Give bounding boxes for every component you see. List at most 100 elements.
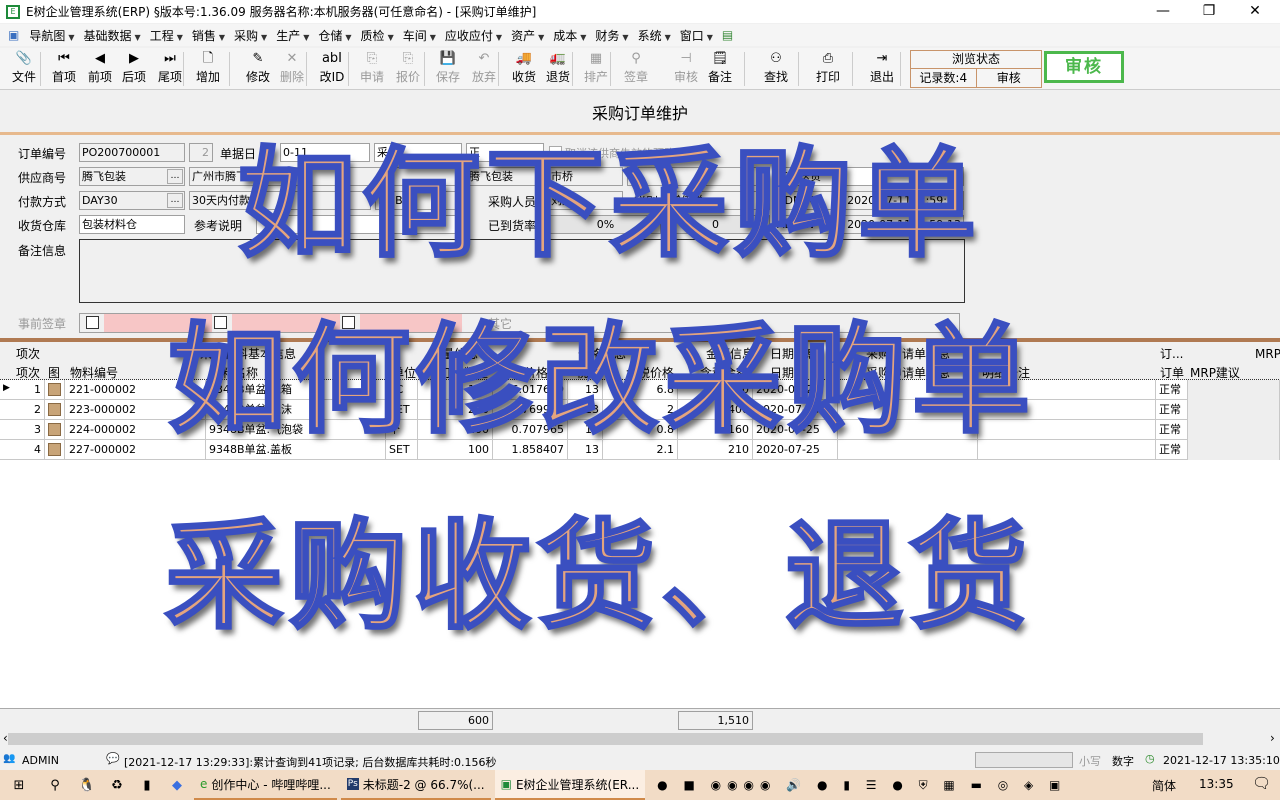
column-header[interactable]: 项次	[16, 364, 40, 381]
cell-empty[interactable]	[978, 440, 1156, 460]
cell-name[interactable]: 9348B单盆.泡沫	[206, 400, 386, 420]
cell-price[interactable]: 0.707965	[493, 420, 568, 440]
cell-code[interactable]: 224-000002	[66, 420, 206, 440]
toolbar-note-button[interactable]: 🗒 备注	[702, 50, 738, 85]
toolbar-undo-button[interactable]: ↶ 放弃	[466, 50, 502, 85]
cell-date[interactable]: 2020-07-25	[753, 380, 838, 400]
column-header[interactable]: 物料名称	[210, 364, 258, 381]
supplier-short-field[interactable]: 腾飞包装	[466, 167, 544, 186]
cell-tax[interactable]: 13	[568, 400, 603, 420]
cell-no[interactable]: 1	[15, 380, 45, 400]
menu-0[interactable]: 导航图 ▼	[29, 27, 74, 44]
box-icon[interactable]	[45, 380, 65, 400]
cell-amount[interactable]: 210	[678, 440, 753, 460]
toolbar-schedule-button[interactable]: ▦ 排产	[578, 50, 614, 85]
column-header[interactable]: 明细备注	[982, 364, 1030, 381]
cell-qty[interactable]: 200	[418, 420, 493, 440]
cell-price[interactable]: 6.017699	[493, 380, 568, 400]
toolbar-next-button[interactable]: ▶ 后项	[116, 50, 152, 85]
menu-10[interactable]: 资产 ▼	[511, 27, 544, 44]
horizontal-scrollbar[interactable]: ‹ ›	[0, 731, 1280, 747]
search-icon[interactable]: ⚲	[44, 778, 66, 793]
payment-lookup-button[interactable]: …	[167, 193, 183, 208]
sign-checkbox-3[interactable]	[342, 316, 355, 329]
cell-unit[interactable]: SET	[386, 400, 418, 420]
scroll-thumb[interactable]	[8, 733, 1203, 745]
toolbar-delete-button[interactable]: ✕ 删除	[274, 50, 310, 85]
tray-icons[interactable]: ● ■ ◉◉◉◉ 🔊 ● ▮ ☰ ● ⛨ ▦ ▬ ◎ ◈ ▣	[657, 778, 1066, 793]
column-header[interactable]: 税率	[576, 364, 600, 381]
table-row[interactable]: 3 224-000002 9348B单盆.气泡袋个 200 0.707965 13 0.8 1…	[0, 420, 1280, 440]
cell-tax[interactable]: 13	[568, 420, 603, 440]
cell-status[interactable]: 正常	[1156, 440, 1188, 460]
buyer-field[interactable]: 刘文	[548, 191, 623, 210]
maximize-button[interactable]: ❐	[1186, 0, 1232, 23]
column-header[interactable]: 订单数量	[440, 364, 488, 381]
toolbar-request-button[interactable]: ⎘ 申请	[354, 50, 390, 85]
column-header[interactable]: 未税价格	[500, 364, 548, 381]
cell-status[interactable]: 正常	[1156, 380, 1188, 400]
notification-icon[interactable]: 🗨	[1252, 774, 1271, 792]
currency-field[interactable]: RMB	[375, 191, 462, 210]
cell-empty[interactable]	[1188, 380, 1280, 400]
cell-tax_price[interactable]: 6.8	[603, 380, 678, 400]
menu-13[interactable]: 系统 ▼	[638, 27, 671, 44]
feishu-icon[interactable]: ◆	[166, 778, 188, 793]
cell-empty[interactable]	[978, 400, 1156, 420]
sign-checkbox-1[interactable]	[86, 316, 99, 329]
cell-tax_price[interactable]: 0.8	[603, 420, 678, 440]
tax-type-field[interactable]: 增值税	[667, 191, 770, 210]
foam-icon[interactable]	[45, 400, 65, 420]
window-tile-icon[interactable]: ▤	[722, 28, 733, 42]
close-button[interactable]: ✕	[1232, 0, 1278, 23]
cell-name[interactable]: 9348B单盆.纸箱	[206, 380, 386, 400]
cell-empty[interactable]	[838, 440, 978, 460]
cell-qty[interactable]: 100	[418, 440, 493, 460]
scroll-right-icon[interactable]: ›	[1270, 731, 1275, 745]
menu-12[interactable]: 财务 ▼	[595, 27, 628, 44]
cell-unit[interactable]: SET	[386, 440, 418, 460]
app-icon[interactable]: ▮	[136, 778, 158, 793]
menu-1[interactable]: 基础数据 ▼	[84, 27, 141, 44]
menu-11[interactable]: 成本 ▼	[553, 27, 586, 44]
column-header[interactable]: MRP建议	[1190, 364, 1240, 381]
cell-status[interactable]: 正常	[1156, 400, 1188, 420]
toolbar-exit-button[interactable]: ⇥ 退出	[864, 50, 900, 85]
cell-name[interactable]: 9348B单盆.盖板	[206, 440, 386, 460]
cell-empty[interactable]	[1188, 420, 1280, 440]
column-header[interactable]: 采购申请单信息	[866, 364, 950, 381]
menu-14[interactable]: 窗口 ▼	[680, 27, 713, 44]
payment-desc-field[interactable]: 30天内付款	[189, 191, 371, 210]
supplier-lookup-button[interactable]: …	[167, 169, 183, 184]
city-field[interactable]: 市桥	[548, 167, 623, 186]
cell-amount[interactable]: 680	[678, 380, 753, 400]
cell-no[interactable]: 3	[15, 420, 45, 440]
toolbar-quote-button[interactable]: ⎘ 报价	[390, 50, 426, 85]
minimize-button[interactable]: —	[1140, 0, 1186, 23]
column-header[interactable]: 含税价格	[626, 364, 674, 381]
toolbar-first-button[interactable]: ⏮ 首项	[46, 50, 82, 85]
warehouse-select[interactable]: 包装材料仓	[79, 215, 185, 234]
toolbar-rename-button[interactable]: abI 改ID	[314, 50, 350, 85]
contact-field[interactable]	[627, 167, 770, 186]
cell-qty[interactable]: 100	[418, 380, 493, 400]
cell-amount[interactable]: 400	[678, 400, 753, 420]
cell-tax[interactable]: 13	[568, 440, 603, 460]
cell-code[interactable]: 221-000002	[66, 380, 206, 400]
table-row[interactable]: 2 223-000002 9348B单盆.泡沫 SET 200 1.769912 13 2 40…	[0, 400, 1280, 420]
column-header[interactable]: 订单	[1160, 364, 1184, 381]
cell-status[interactable]: 正常	[1156, 420, 1188, 440]
toolbar-audit-button[interactable]: ⊣ 审核	[668, 50, 704, 85]
sign-checkbox-2[interactable]	[214, 316, 227, 329]
cell-unit[interactable]: PC	[386, 380, 418, 400]
doc-date-field[interactable]: 0-11	[280, 143, 370, 162]
menu-4[interactable]: 采购 ▼	[234, 27, 267, 44]
recycle-icon[interactable]: ♻	[106, 778, 128, 793]
nav-app-icon[interactable]: ▣	[8, 28, 19, 42]
cancel-checkbox[interactable]	[549, 146, 562, 159]
order-no-field[interactable]: PO200700001	[79, 143, 185, 162]
cell-empty[interactable]	[838, 420, 978, 440]
toolbar-save-button[interactable]: 💾 保存	[430, 50, 466, 85]
cell-price[interactable]: 1.769912	[493, 400, 568, 420]
toolbar-return-truck-button[interactable]: 🚛 退货	[540, 50, 576, 85]
